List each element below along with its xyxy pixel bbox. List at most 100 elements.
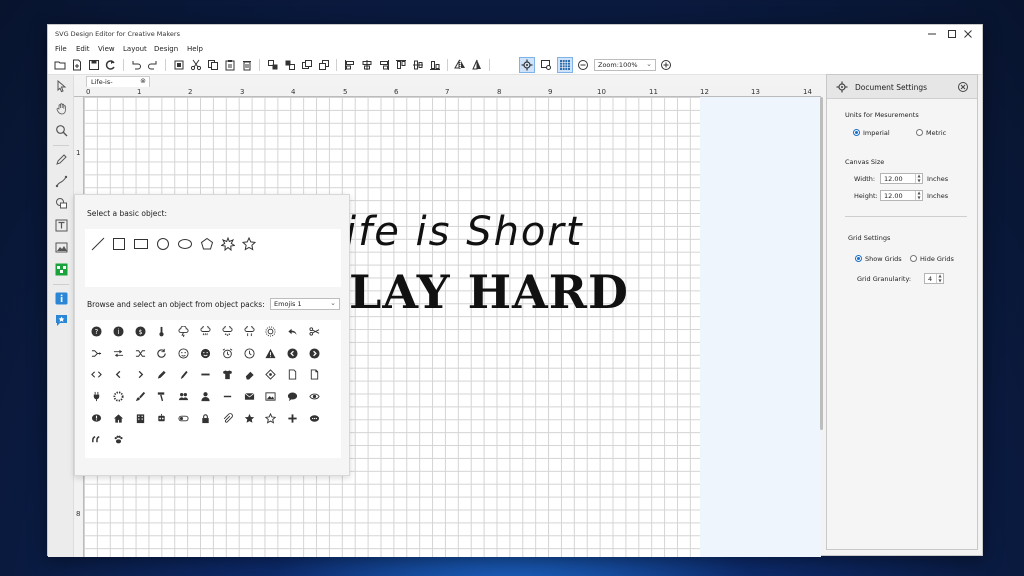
chevron-right-circle-icon[interactable] [307, 346, 321, 360]
toggle-icon[interactable] [176, 411, 190, 425]
copy-icon[interactable] [205, 57, 221, 73]
tab-close-icon[interactable]: ⊗ [140, 77, 146, 85]
preview-icon[interactable] [538, 57, 554, 73]
user-icon[interactable] [198, 389, 212, 403]
face-smile-icon[interactable] [198, 346, 212, 360]
stepper-arrows-icon[interactable]: ▲ ▼ [915, 173, 922, 183]
text-tool-icon[interactable] [53, 217, 69, 233]
zoom-out-icon[interactable] [575, 57, 591, 73]
lock-icon[interactable] [198, 411, 212, 425]
save-icon[interactable] [86, 57, 102, 73]
paperclip-icon[interactable] [220, 411, 234, 425]
dash-icon[interactable] [220, 389, 234, 403]
cut-icon[interactable] [188, 57, 204, 73]
reply-icon[interactable] [285, 324, 299, 338]
chat-bubbles-icon[interactable] [307, 411, 321, 425]
vertical-scrollbar[interactable] [820, 97, 823, 430]
crop-icon[interactable] [171, 57, 187, 73]
canvas-text-life-is-short[interactable]: ife is Short [345, 209, 584, 255]
imperial-radio[interactable] [853, 129, 860, 136]
chevron-left-circle-icon[interactable] [285, 346, 299, 360]
bring-forward-icon[interactable] [299, 57, 315, 73]
chevron-left-icon[interactable] [111, 367, 125, 381]
minimize-icon[interactable] [924, 26, 940, 42]
zoom-in-icon[interactable] [658, 57, 674, 73]
paste-icon[interactable] [222, 57, 238, 73]
brush-icon[interactable] [133, 389, 147, 403]
align-bottom-icon[interactable] [427, 57, 443, 73]
building-icon[interactable] [133, 411, 147, 425]
file-icon[interactable] [285, 367, 299, 381]
menu-edit[interactable]: Edit [76, 45, 90, 53]
cloud-lightning-icon[interactable] [176, 324, 190, 338]
ungroup-icon[interactable] [282, 57, 298, 73]
plus-icon[interactable] [285, 411, 299, 425]
pentagon-icon[interactable] [200, 237, 214, 251]
pattern-tool-icon[interactable] [53, 261, 69, 277]
clock-icon[interactable] [242, 346, 256, 360]
info-icon[interactable] [53, 290, 69, 306]
code-icon[interactable] [89, 367, 103, 381]
stepper-arrows-icon[interactable]: ▲ ▼ [936, 273, 943, 283]
square-icon[interactable] [112, 237, 126, 251]
pencil-icon[interactable] [154, 367, 168, 381]
delete-icon[interactable] [239, 57, 255, 73]
tshirt-icon[interactable] [220, 367, 234, 381]
scissors-icon[interactable] [307, 324, 321, 338]
star-filled-icon[interactable] [242, 411, 256, 425]
favorite-star-icon[interactable] [53, 312, 69, 328]
thermometer-icon[interactable] [154, 324, 168, 338]
canvas-text-play-hard[interactable]: LAY HARD [349, 265, 629, 319]
face-neutral-icon[interactable] [176, 346, 190, 360]
zoom-tool-icon[interactable] [53, 122, 69, 138]
export-icon[interactable] [103, 57, 119, 73]
swap-arrows-icon[interactable] [111, 346, 125, 360]
settings-gear-icon[interactable] [519, 57, 535, 73]
object-pack-select[interactable]: Emojis 1 ⌄ [270, 298, 340, 310]
menu-help[interactable]: Help [187, 45, 203, 53]
power-plug-icon[interactable] [89, 389, 103, 403]
question-icon[interactable]: ? [89, 324, 103, 338]
speech-bubble-icon[interactable] [285, 389, 299, 403]
refresh-icon[interactable] [154, 346, 168, 360]
grid-granularity-input[interactable]: 4 ▲ ▼ [924, 273, 944, 284]
cloud-snow-icon[interactable] [220, 324, 234, 338]
hammer-icon[interactable] [154, 389, 168, 403]
warning-icon[interactable] [263, 346, 277, 360]
hide-grids-radio[interactable] [910, 255, 917, 262]
align-left-icon[interactable] [342, 57, 358, 73]
rectangle-icon[interactable] [133, 237, 149, 251]
align-center-icon[interactable] [359, 57, 375, 73]
align-middle-icon[interactable] [410, 57, 426, 73]
pen-path-icon[interactable] [53, 173, 69, 189]
tag-diamond-icon[interactable] [263, 367, 277, 381]
pointer-icon[interactable] [53, 78, 69, 94]
minus-bar-icon[interactable] [198, 367, 212, 381]
spinner-icon[interactable] [111, 389, 125, 403]
line-icon[interactable] [91, 237, 105, 251]
robot-icon[interactable] [154, 411, 168, 425]
circle-icon[interactable] [156, 237, 170, 251]
show-grids-radio[interactable] [855, 255, 862, 262]
home-icon[interactable] [111, 411, 125, 425]
menu-layout[interactable]: Layout [123, 45, 147, 53]
redo-icon[interactable] [145, 57, 161, 73]
pen-icon[interactable] [176, 367, 190, 381]
eye-icon[interactable] [307, 389, 321, 403]
open-folder-icon[interactable] [52, 57, 68, 73]
document-tab[interactable]: Life-is- ⊗ [86, 76, 150, 87]
group-icon[interactable] [265, 57, 281, 73]
paw-icon[interactable] [111, 432, 125, 446]
send-backward-icon[interactable] [316, 57, 332, 73]
close-icon[interactable] [960, 26, 976, 42]
new-document-icon[interactable] [69, 57, 85, 73]
eraser-icon[interactable] [242, 367, 256, 381]
grid-toggle-icon[interactable] [557, 57, 573, 73]
align-right-icon[interactable] [376, 57, 392, 73]
burst-star-icon[interactable] [220, 236, 236, 252]
height-input[interactable]: 12.00 ▲ ▼ [880, 190, 923, 201]
shuffle-icon[interactable] [133, 346, 147, 360]
cloud-hail-icon[interactable] [242, 324, 256, 338]
info-circle-icon[interactable]: i [111, 324, 125, 338]
image-icon[interactable] [263, 389, 277, 403]
